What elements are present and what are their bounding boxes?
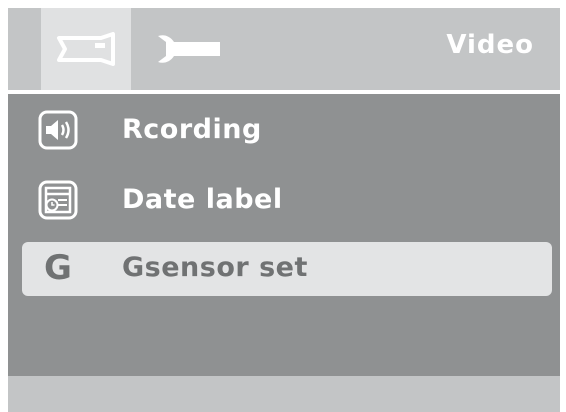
tab-setup[interactable] — [154, 32, 224, 66]
calendar-clock-icon — [38, 180, 78, 220]
camcorder-icon — [57, 32, 115, 66]
menu-item-label: Gsensor set — [122, 252, 308, 283]
menu-item-label: Date label — [122, 184, 283, 215]
menu-footer — [8, 376, 560, 412]
page-title: Video — [446, 30, 534, 60]
menu-item-gsensor-set[interactable]: G Gsensor set — [22, 242, 552, 296]
header-divider — [8, 90, 560, 94]
menu-item-label: Rcording — [122, 114, 262, 145]
wrench-icon — [158, 35, 220, 63]
speaker-icon — [38, 110, 78, 150]
menu-item-date-label[interactable]: Date label — [22, 174, 552, 228]
menu-item-recording[interactable]: Rcording — [22, 104, 552, 158]
menu-header: Video — [8, 8, 560, 90]
tab-video[interactable] — [41, 8, 131, 90]
menu-screen: Video Rcording Date label G Gsensor set — [8, 8, 560, 412]
g-sensor-icon: G — [44, 248, 72, 288]
